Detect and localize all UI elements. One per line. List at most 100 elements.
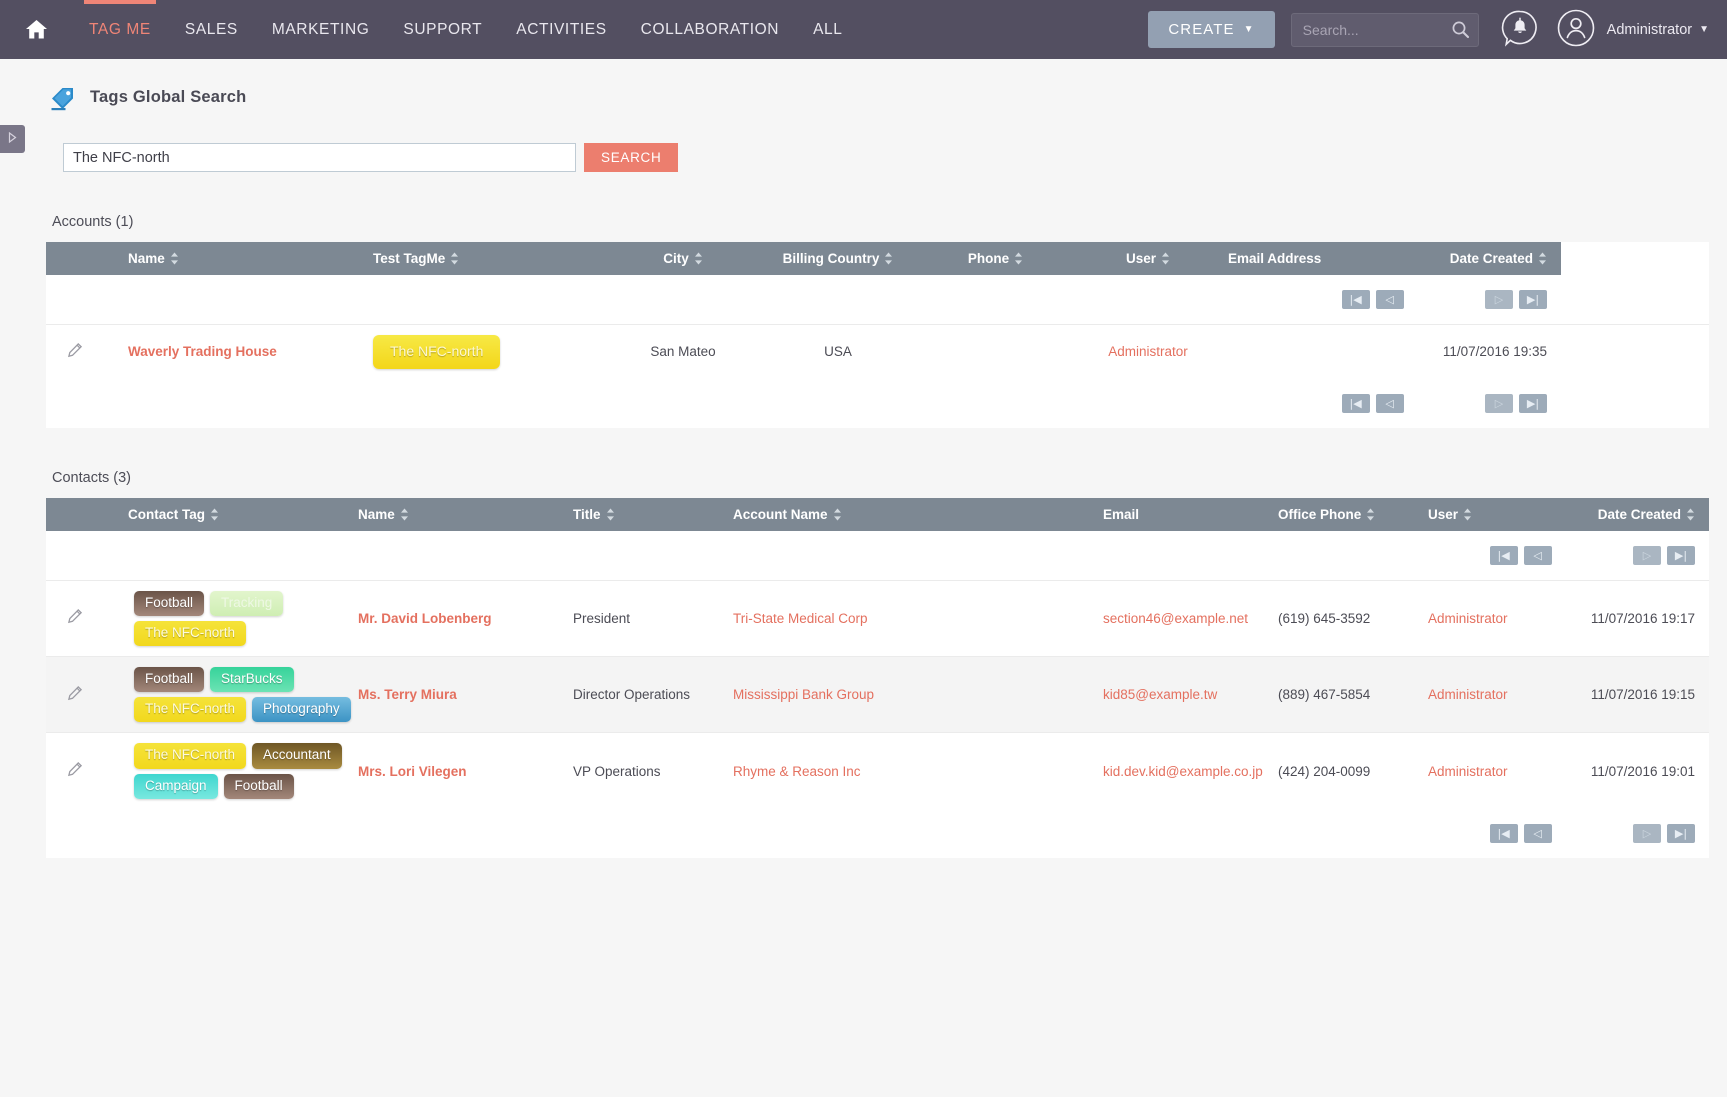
nav-link-collaboration[interactable]: COLLABORATION (624, 0, 796, 59)
row-edit-cell[interactable] (46, 579, 88, 657)
sort-arrows-icon[interactable] (1463, 508, 1472, 521)
tag-icon (48, 82, 78, 112)
column-header-city[interactable]: City (613, 242, 753, 275)
pagination-next-button[interactable]: ▷ (1633, 823, 1661, 843)
account-name-link[interactable]: Waverly Trading House (128, 344, 277, 359)
sort-arrows-icon[interactable] (210, 508, 219, 521)
nav-link-activities[interactable]: ACTIVITIES (499, 0, 623, 59)
contact-name-link[interactable]: Mrs. Lori Vilegen (358, 764, 467, 779)
row-edit-cell[interactable] (46, 656, 88, 733)
column-header-contact-tag[interactable]: Contact Tag (88, 497, 358, 531)
tag-chip[interactable]: StarBucks (210, 667, 294, 693)
column-header-office-phone[interactable]: Office Phone (1278, 497, 1428, 531)
tag-chip[interactable]: Photography (252, 697, 351, 723)
tag-chip[interactable]: Football (134, 590, 205, 616)
tag-chip[interactable]: The NFC-north (373, 335, 501, 369)
tag-chip[interactable]: Tracking (210, 590, 284, 616)
tag-chip[interactable]: Football (134, 667, 205, 693)
sort-arrows-icon[interactable] (884, 252, 893, 265)
sidebar-expand-toggle[interactable] (0, 125, 25, 153)
tag-chip[interactable]: The NFC-north (134, 743, 247, 769)
nav-link-support[interactable]: SUPPORT (386, 0, 499, 59)
user-link[interactable]: Administrator (1428, 687, 1508, 702)
tag-chip[interactable]: Accountant (252, 743, 342, 769)
pagination-prev-button[interactable]: ◁ (1523, 823, 1552, 843)
column-header-test-tagme[interactable]: Test TagMe (373, 242, 613, 275)
chevron-right-icon (8, 130, 17, 148)
pagination-last-button[interactable]: ▶| (1519, 290, 1547, 309)
sort-arrows-icon[interactable] (1538, 252, 1547, 265)
column-header-date-created[interactable]: Date Created (1578, 497, 1709, 531)
row-edit-cell[interactable] (46, 732, 88, 809)
table-row: Football StarBucks The NFC-north Photograph… (46, 656, 1709, 733)
sort-arrows-icon[interactable] (694, 252, 703, 265)
nav-link-all[interactable]: ALL (796, 0, 859, 59)
home-button[interactable] (0, 0, 72, 59)
global-search-input[interactable] (1290, 12, 1479, 47)
sort-arrows-icon[interactable] (1014, 252, 1023, 265)
pagination-last-button[interactable]: ▶| (1667, 823, 1695, 843)
user-link[interactable]: Administrator (1108, 344, 1188, 359)
edit-pencil-icon[interactable] (67, 685, 82, 704)
account-name-link[interactable]: Rhyme & Reason Inc (733, 764, 861, 779)
column-header-date-created[interactable]: Date Created (1413, 242, 1561, 275)
column-header-user[interactable]: User (1068, 242, 1228, 275)
pagination-last-button[interactable]: ▶| (1667, 545, 1695, 565)
sort-arrows-icon[interactable] (400, 508, 409, 521)
user-link[interactable]: Administrator (1428, 611, 1508, 626)
sort-arrows-icon[interactable] (833, 508, 842, 521)
sort-arrows-icon[interactable] (170, 252, 179, 265)
account-name-link[interactable]: Mississippi Bank Group (733, 687, 874, 702)
email-link[interactable]: section46@example.net (1103, 611, 1248, 626)
edit-pencil-icon[interactable] (67, 609, 82, 627)
pagination-next-button[interactable]: ▷ (1633, 545, 1661, 565)
contact-name-link[interactable]: Mr. David Lobenberg (358, 611, 492, 626)
column-header-user[interactable]: User (1428, 497, 1578, 531)
column-header-account-name[interactable]: Account Name (733, 497, 1103, 531)
contact-name-link[interactable]: Ms. Terry Miura (358, 687, 457, 702)
email-link[interactable]: kid85@example.tw (1103, 687, 1217, 702)
chevron-down-icon[interactable]: ▼ (1699, 24, 1709, 35)
nav-link-sales[interactable]: SALES (168, 0, 255, 59)
nav-link-marketing[interactable]: MARKETING (255, 0, 387, 59)
sort-arrows-icon[interactable] (1686, 508, 1695, 521)
column-header-name[interactable]: Name (88, 242, 373, 275)
account-name-link[interactable]: Tri-State Medical Corp (733, 611, 868, 626)
tag-chip[interactable]: Football (223, 773, 294, 799)
edit-pencil-icon[interactable] (67, 342, 82, 361)
user-menu-button[interactable] (1555, 7, 1597, 52)
row-edit-cell[interactable] (46, 323, 88, 379)
tag-chip[interactable]: The NFC-north (134, 620, 247, 647)
pagination-prev-button[interactable]: ◁ (1375, 393, 1404, 413)
edit-pencil-icon[interactable] (67, 762, 82, 780)
tag-chip[interactable]: The NFC-north (134, 697, 247, 723)
search-submit-button[interactable]: SEARCH (584, 143, 679, 172)
email-link[interactable]: kid.dev.kid@example.co.jp (1103, 764, 1263, 779)
column-header-name[interactable]: Name (358, 497, 573, 531)
pagination-next-button[interactable]: ▷ (1485, 290, 1513, 309)
sort-arrows-icon[interactable] (450, 252, 459, 265)
table-row: Waverly Trading House The NFC-north San Ma… (46, 323, 1709, 379)
pagination-first-button[interactable]: |◀ (1489, 823, 1518, 843)
nav-link-tag-me[interactable]: TAG ME (72, 0, 168, 59)
pagination-first-button[interactable]: |◀ (1489, 545, 1518, 565)
sort-arrows-icon[interactable] (1366, 508, 1375, 521)
user-link[interactable]: Administrator (1428, 764, 1508, 779)
pagination-prev-button[interactable]: ◁ (1375, 290, 1404, 309)
pagination-first-button[interactable]: |◀ (1341, 290, 1370, 309)
accounts-table: Name Test TagMe City Billing Country Phone Us… (46, 242, 1709, 428)
tag-chip[interactable]: Campaign (134, 773, 218, 799)
pagination-last-button[interactable]: ▶| (1519, 393, 1547, 413)
create-button[interactable]: CREATE ▼ (1148, 11, 1275, 48)
sort-arrows-icon[interactable] (606, 508, 615, 521)
pagination-prev-button[interactable]: ◁ (1523, 545, 1552, 565)
column-header-title[interactable]: Title (573, 497, 733, 531)
pagination-next-button[interactable]: ▷ (1485, 393, 1513, 413)
cell-office-phone: (424) 204-0099 (1278, 732, 1428, 809)
tag-search-input[interactable] (63, 143, 576, 172)
pagination-first-button[interactable]: |◀ (1341, 393, 1370, 413)
column-header-phone[interactable]: Phone (923, 242, 1068, 275)
notifications-button[interactable] (1501, 9, 1539, 50)
column-header-billing-country[interactable]: Billing Country (753, 242, 923, 275)
sort-arrows-icon[interactable] (1161, 252, 1170, 265)
